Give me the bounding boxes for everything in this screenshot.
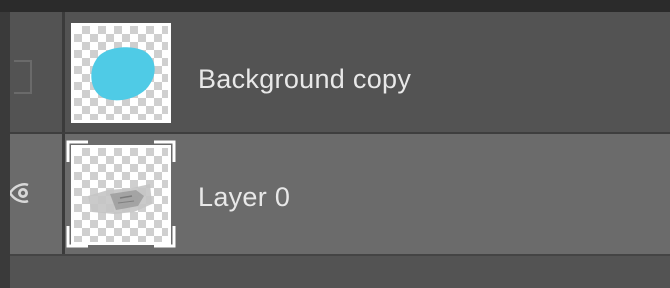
panel-left-edge	[0, 12, 10, 288]
layer-thumbnail-layer-0[interactable]	[71, 145, 171, 245]
layers-empty-area	[10, 254, 670, 288]
column-divider	[62, 12, 65, 132]
layer-row-layer-0[interactable]: Layer 0	[10, 134, 670, 254]
visibility-toggle-layer-0[interactable]	[10, 134, 60, 254]
panel-top-edge	[0, 0, 670, 12]
layer-row-background-copy[interactable]: Background copy	[10, 12, 670, 134]
layer-name-background-copy[interactable]: Background copy	[198, 64, 411, 95]
layers-panel: Background copy Layer 0	[0, 0, 670, 288]
cyan-blob-icon	[91, 47, 155, 101]
visibility-empty-box	[14, 60, 32, 94]
layer-thumbnail-background-copy[interactable]	[71, 23, 171, 123]
visibility-toggle-background-copy[interactable]	[10, 12, 60, 132]
sketch-thumbnail-icon	[88, 184, 152, 214]
layer-name-layer-0[interactable]: Layer 0	[198, 182, 290, 213]
eye-icon	[10, 183, 29, 203]
column-divider	[62, 134, 65, 254]
